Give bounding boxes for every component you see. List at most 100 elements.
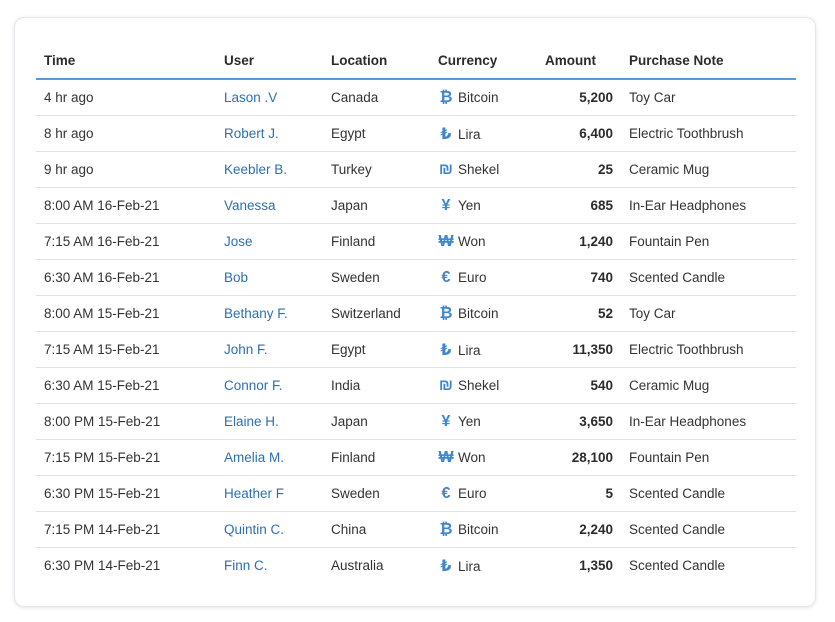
- currency-cell: ¥ Yen: [430, 403, 537, 440]
- currency-label: Shekel: [458, 377, 500, 393]
- location-cell: Egypt: [323, 115, 430, 152]
- table-row: 7:15 AM 15-Feb-21 John F. Egypt ₺ Lira 11,350…: [36, 331, 796, 368]
- currency-label: Euro: [458, 485, 487, 501]
- purchase-note-cell: Scented Candle: [621, 475, 796, 512]
- user-link[interactable]: Connor F.: [224, 378, 283, 393]
- time-cell: 4 hr ago: [36, 79, 216, 116]
- location-cell: Turkey: [323, 151, 430, 188]
- currency-label: Lira: [458, 342, 481, 358]
- table-row: 6:30 AM 16-Feb-21 Bob Sweden € Euro 740 Scente…: [36, 259, 796, 296]
- time-cell: 7:15 AM 16-Feb-21: [36, 223, 216, 260]
- amount-cell: 540: [537, 367, 621, 404]
- purchase-note-cell: Toy Car: [621, 79, 796, 116]
- currency-cell: ₩ Won: [430, 223, 537, 260]
- currency-cell: € Euro: [430, 259, 537, 296]
- time-cell: 7:15 AM 15-Feb-21: [36, 331, 216, 368]
- table-row: 9 hr ago Keebler B. Turkey ₪ Shekel 25 Ceramic…: [36, 151, 796, 188]
- shekel-icon: ₪: [438, 160, 454, 178]
- user-cell: Finn C.: [216, 548, 323, 584]
- user-link[interactable]: Finn C.: [224, 558, 268, 573]
- lira-icon: ₺: [440, 341, 452, 359]
- currency-label: Bitcoin: [458, 89, 499, 105]
- amount-cell: 5,200: [537, 79, 621, 116]
- purchase-note-cell: Electric Toothbrush: [621, 331, 796, 368]
- currency-label: Yen: [458, 413, 481, 429]
- currency-cell: ₩ Won: [430, 439, 537, 476]
- table-row: 7:15 AM 16-Feb-21 Jose Finland ₩ Won 1,240 Fou…: [36, 223, 796, 260]
- amount-cell: 1,350: [579, 558, 613, 573]
- user-link[interactable]: Amelia M.: [224, 450, 284, 465]
- currency-cell: ₺ Lira: [430, 331, 537, 368]
- user-link[interactable]: Elaine H.: [224, 414, 279, 429]
- column-header-amount[interactable]: Amount: [537, 53, 621, 80]
- amount-cell: 685: [537, 187, 621, 224]
- currency-label: Bitcoin: [458, 521, 499, 537]
- euro-icon: €: [441, 484, 451, 502]
- transactions-card: Time User Location Currency Amount Purch…: [14, 17, 816, 607]
- time-cell: 9 hr ago: [36, 151, 216, 188]
- user-link[interactable]: Bethany F.: [224, 306, 288, 321]
- currency-label: Bitcoin: [458, 305, 499, 321]
- time-cell: 6:30 PM 15-Feb-21: [36, 475, 216, 512]
- won-icon: ₩: [438, 232, 454, 250]
- column-header-currency[interactable]: Currency: [430, 53, 537, 80]
- user-link[interactable]: Quintin C.: [224, 522, 284, 537]
- time-cell: 8:00 AM 16-Feb-21: [36, 187, 216, 224]
- location-cell: Finland: [323, 223, 430, 260]
- location-cell: Egypt: [323, 331, 430, 368]
- user-link[interactable]: Jose: [224, 234, 253, 249]
- amount-cell: 52: [537, 295, 621, 332]
- amount-cell: 11,350: [537, 331, 621, 368]
- currency-cell: ¥ Yen: [430, 187, 537, 224]
- location-cell: Sweden: [323, 475, 430, 512]
- user-cell: Elaine H.: [216, 403, 323, 440]
- lira-icon: ₺: [440, 125, 452, 143]
- user-link[interactable]: Bob: [224, 270, 248, 285]
- user-link[interactable]: Lason .V: [224, 90, 277, 105]
- user-cell: Bob: [216, 259, 323, 296]
- currency-label: Lira: [458, 558, 481, 574]
- user-link[interactable]: Vanessa: [224, 198, 276, 213]
- user-cell: Robert J.: [216, 115, 323, 152]
- user-cell: Keebler B.: [216, 151, 323, 188]
- currency-label: Euro: [458, 269, 487, 285]
- column-header-location[interactable]: Location: [323, 53, 430, 80]
- time-cell: 6:30 AM 16-Feb-21: [36, 259, 216, 296]
- user-link[interactable]: Keebler B.: [224, 162, 287, 177]
- user-link[interactable]: Heather F: [224, 486, 284, 501]
- amount-cell: 28,100: [537, 439, 621, 476]
- user-cell: Connor F.: [216, 367, 323, 404]
- table-row: 8 hr ago Robert J. Egypt ₺ Lira 6,400 Electric…: [36, 115, 796, 152]
- table-row: 7:15 PM 15-Feb-21 Amelia M. Finland ₩ Won 28,…: [36, 439, 796, 476]
- purchase-note-cell: Toy Car: [621, 295, 796, 332]
- purchase-note-cell: In-Ear Headphones: [621, 187, 796, 224]
- location-cell: Canada: [323, 79, 430, 116]
- won-icon: ₩: [438, 448, 454, 466]
- location-cell: Japan: [323, 187, 430, 224]
- user-cell: Quintin C.: [216, 511, 323, 548]
- amount-cell: 25: [537, 151, 621, 188]
- transactions-table: Time User Location Currency Amount Purch…: [36, 53, 796, 583]
- currency-cell: ₿ Bitcoin: [430, 295, 537, 332]
- location-cell: Japan: [323, 403, 430, 440]
- time-cell: 7:15 PM 14-Feb-21: [36, 511, 216, 548]
- column-header-purchase-note[interactable]: Purchase Note: [621, 53, 796, 80]
- currency-cell: ₺ Lira: [430, 115, 537, 152]
- currency-label: Shekel: [458, 161, 500, 177]
- purchase-note-cell: Ceramic Mug: [621, 367, 796, 404]
- location-cell: China: [323, 511, 430, 548]
- user-link[interactable]: John F.: [224, 342, 268, 357]
- amount-cell: 6,400: [537, 115, 621, 152]
- user-cell: Heather F: [216, 475, 323, 512]
- user-link[interactable]: Robert J.: [224, 126, 279, 141]
- table-row: 6:30 PM 14-Feb-21 Finn C. Australia ₺ Lira 1,…: [36, 548, 796, 584]
- currency-label: Lira: [458, 126, 481, 142]
- column-header-user[interactable]: User: [216, 53, 323, 80]
- column-header-time[interactable]: Time: [36, 53, 216, 80]
- purchase-note-cell: Electric Toothbrush: [621, 115, 796, 152]
- euro-icon: €: [441, 268, 451, 286]
- bitcoin-icon: ₿: [439, 304, 453, 322]
- amount-cell: 5: [537, 475, 621, 512]
- currency-cell: ₺ Lira: [430, 548, 537, 584]
- amount-cell: 2,240: [537, 511, 621, 548]
